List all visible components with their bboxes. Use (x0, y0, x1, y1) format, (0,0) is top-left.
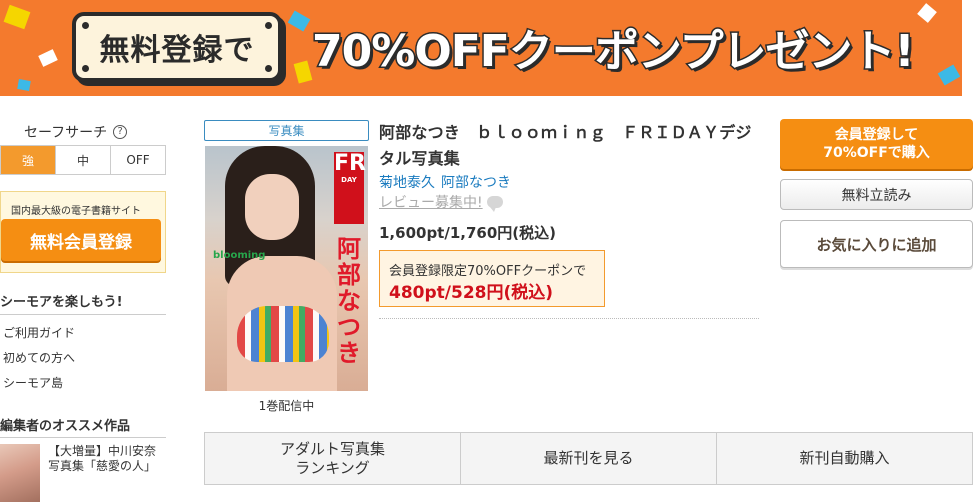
register-and-buy-button[interactable]: 会員登録して 70%OFFで購入 (780, 119, 973, 169)
coupon-box: 会員登録限定70%OFFクーポンで 480pt/528円(税込) (379, 250, 605, 307)
sidebar-link-first-time[interactable]: 初めての方へ (3, 349, 75, 366)
sidebar-link-island[interactable]: シーモア島 (3, 374, 63, 391)
volume-info: 1巻配信中 (258, 399, 315, 413)
speech-bubble-icon (486, 196, 503, 212)
cover-series-name: blooming (213, 250, 266, 261)
enjoy-heading: シーモアを楽しもう! (0, 295, 123, 310)
safe-search-option-strong[interactable]: 強 (1, 146, 56, 174)
recommend-heading: 編集者のオススメ作品 (0, 419, 131, 434)
banner-badge: 無料登録で (72, 12, 282, 82)
banner-headline: 70%OFFクーポンプレゼント! (311, 25, 917, 79)
tab-label-line2: ランキング (295, 458, 370, 477)
register-and-buy-line2: 70%OFFで購入 (823, 145, 930, 161)
promo-banner[interactable]: 無料登録で 70%OFFクーポンプレゼント! (0, 0, 962, 96)
cover-logo-sub: DAY (341, 176, 357, 184)
author-list: 菊地泰久 阿部なつき (379, 172, 517, 192)
author-link[interactable]: 菊地泰久 (379, 175, 435, 191)
safe-search-label: セーフサーチ (24, 125, 108, 141)
book-cover-image[interactable]: FRI DAY 阿部なつき blooming (205, 146, 368, 391)
free-register-button[interactable]: 無料会員登録 (1, 219, 161, 261)
author-link[interactable]: 阿部なつき (441, 175, 511, 191)
badge-rivet-icon (265, 22, 272, 29)
register-and-buy-line1: 会員登録して (834, 127, 919, 143)
cover-magazine-logo: FRI DAY (334, 152, 368, 224)
banner-badge-text: 無料登録で (99, 33, 255, 68)
recommend-item-link[interactable]: 【大増量】中川安奈写真集「慈愛の人」 (48, 444, 166, 474)
confetti-decoration (38, 49, 58, 67)
tab-label-line1: アダルト写真集 (279, 439, 385, 458)
confetti-decoration (17, 79, 31, 91)
cover-vertical-name: 阿部なつき (337, 235, 361, 367)
tab-latest-volume[interactable]: 最新刊を見る (461, 433, 717, 484)
cover-figure-swimsuit (237, 306, 329, 362)
cover-figure-face (245, 174, 299, 240)
dotted-divider (379, 318, 759, 319)
badge-rivet-icon (82, 22, 89, 29)
sidebar-link-guide[interactable]: ご利用ガイド (3, 324, 75, 341)
confetti-decoration (917, 3, 937, 23)
confetti-decoration (937, 64, 961, 86)
product-nav-tabs: アダルト写真集 ランキング 最新刊を見る 新刊自動購入 (204, 432, 973, 485)
coupon-price: 480pt/528円(税込) (389, 283, 554, 303)
coupon-caption: 会員登録限定70%OFFクーポンで (389, 264, 587, 279)
tab-auto-purchase[interactable]: 新刊自動購入 (717, 433, 972, 484)
add-favorite-button[interactable]: お気に入りに追加 (780, 220, 973, 268)
register-box: 国内最大級の電子書籍サイト 無料会員登録 (0, 191, 166, 273)
product-price: 1,600pt/1,760円(税込) (379, 224, 556, 242)
free-read-button[interactable]: 無料立読み (780, 179, 973, 210)
tab-adult-photobook-ranking[interactable]: アダルト写真集 ランキング (205, 433, 461, 484)
review-link[interactable]: レビュー募集中! (379, 192, 503, 212)
confetti-decoration (293, 60, 313, 84)
safe-search-option-medium[interactable]: 中 (56, 146, 111, 174)
review-link-label: レビュー募集中! (379, 195, 483, 211)
divider (0, 437, 166, 438)
badge-rivet-icon (82, 65, 89, 72)
confetti-decoration (3, 4, 31, 30)
badge-rivet-icon (265, 65, 272, 72)
product-title: 阿部なつき ｂｌｏｏｍｉｎｇ ＦＲＩＤＡＹデジタル写真集 (379, 123, 752, 168)
confetti-decoration (287, 10, 311, 32)
help-icon[interactable]: ? (113, 125, 128, 139)
safe-search-option-off[interactable]: OFF (111, 146, 165, 174)
cover-logo-main: FRI (334, 151, 368, 176)
safe-search-toggle: 強 中 OFF (0, 145, 166, 175)
divider (0, 314, 166, 315)
safe-search-title: セーフサーチ ? (24, 122, 128, 142)
register-caption: 国内最大級の電子書籍サイト (11, 206, 141, 217)
category-tag[interactable]: 写真集 (204, 120, 369, 141)
recommend-thumbnail[interactable] (0, 444, 40, 502)
